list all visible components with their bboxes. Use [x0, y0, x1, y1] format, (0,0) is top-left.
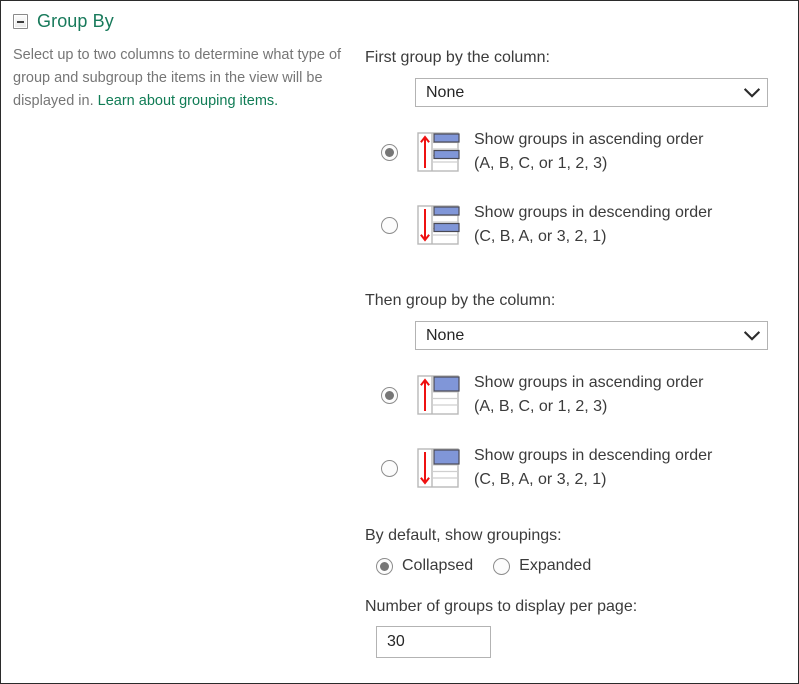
chevron-down-icon — [737, 322, 767, 349]
then-group-ascending-row[interactable]: Show groups in ascending order (A, B, C,… — [381, 364, 785, 426]
then-group-ascending-main: Show groups in ascending order — [474, 374, 704, 391]
first-group-ascending-radio[interactable] — [381, 143, 398, 161]
learn-about-grouping-link[interactable]: Learn about grouping items. — [98, 93, 279, 109]
first-group-descending-radio[interactable] — [381, 216, 398, 234]
then-group-ascending-radio[interactable] — [381, 386, 398, 404]
sort-ascending-table-icon[interactable] — [416, 373, 460, 417]
first-group-ascending-main: Show groups in ascending order — [474, 131, 704, 148]
expanded-label: Expanded — [519, 557, 592, 574]
expanded-radio[interactable] — [493, 557, 511, 575]
then-group-descending-row[interactable]: Show groups in descending order (C, B, A… — [381, 437, 785, 499]
then-group-select-value: None — [426, 327, 465, 344]
description-column: Group By Select up to two columns to det… — [13, 9, 353, 113]
first-group-descending-sub: (C, B, A, or 3, 2, 1) — [474, 228, 607, 245]
first-group-ascending-sub: (A, B, C, or 1, 2, 3) — [474, 155, 608, 172]
page-title: Group By — [37, 11, 114, 31]
sort-descending-table-icon[interactable] — [416, 446, 460, 490]
group-by-panel: Group By Select up to two columns to det… — [0, 0, 799, 684]
collapsed-radio[interactable] — [376, 557, 393, 575]
groups-per-page-input[interactable] — [376, 626, 491, 658]
first-group-ascending-row[interactable]: Show groups in ascending order (A, B, C,… — [381, 121, 785, 183]
first-group-ascending-label[interactable]: Show groups in ascending order (A, B, C,… — [474, 128, 703, 176]
collapse-minus-icon[interactable] — [13, 13, 28, 29]
first-group-select-value: None — [426, 84, 465, 101]
first-group-descending-main: Show groups in descending order — [474, 204, 713, 221]
then-group-descending-label[interactable]: Show groups in descending order (C, B, A… — [474, 444, 712, 492]
then-group-descending-main: Show groups in descending order — [474, 447, 713, 464]
chevron-down-icon — [737, 79, 767, 106]
sort-descending-table-icon[interactable] — [416, 203, 460, 247]
then-group-select[interactable]: None — [415, 321, 768, 350]
first-group-select[interactable]: None — [415, 78, 768, 107]
collapsed-option[interactable]: Collapsed — [376, 555, 473, 577]
settings-column: First group by the column: None Show gro… — [365, 47, 785, 658]
then-group-descending-sub: (C, B, A, or 3, 2, 1) — [474, 471, 607, 488]
first-group-descending-row[interactable]: Show groups in descending order (C, B, A… — [381, 194, 785, 256]
then-group-ascending-label[interactable]: Show groups in ascending order (A, B, C,… — [474, 371, 703, 419]
first-group-descending-label[interactable]: Show groups in descending order (C, B, A… — [474, 201, 712, 249]
groups-per-page-label: Number of groups to display per page: — [365, 598, 638, 615]
first-group-label: First group by the column: — [365, 49, 550, 66]
default-groupings-radio-group: Collapsed Expanded — [376, 555, 785, 577]
then-group-descending-radio[interactable] — [381, 459, 398, 477]
collapsed-label: Collapsed — [402, 557, 474, 574]
sort-ascending-table-icon[interactable] — [416, 130, 460, 174]
default-groupings-label: By default, show groupings: — [365, 527, 562, 544]
then-group-ascending-sub: (A, B, C, or 1, 2, 3) — [474, 398, 608, 415]
section-header: Group By — [13, 9, 353, 33]
expanded-option[interactable]: Expanded — [493, 555, 591, 577]
then-group-label: Then group by the column: — [365, 292, 556, 309]
section-description: Select up to two columns to determine wh… — [13, 44, 343, 113]
